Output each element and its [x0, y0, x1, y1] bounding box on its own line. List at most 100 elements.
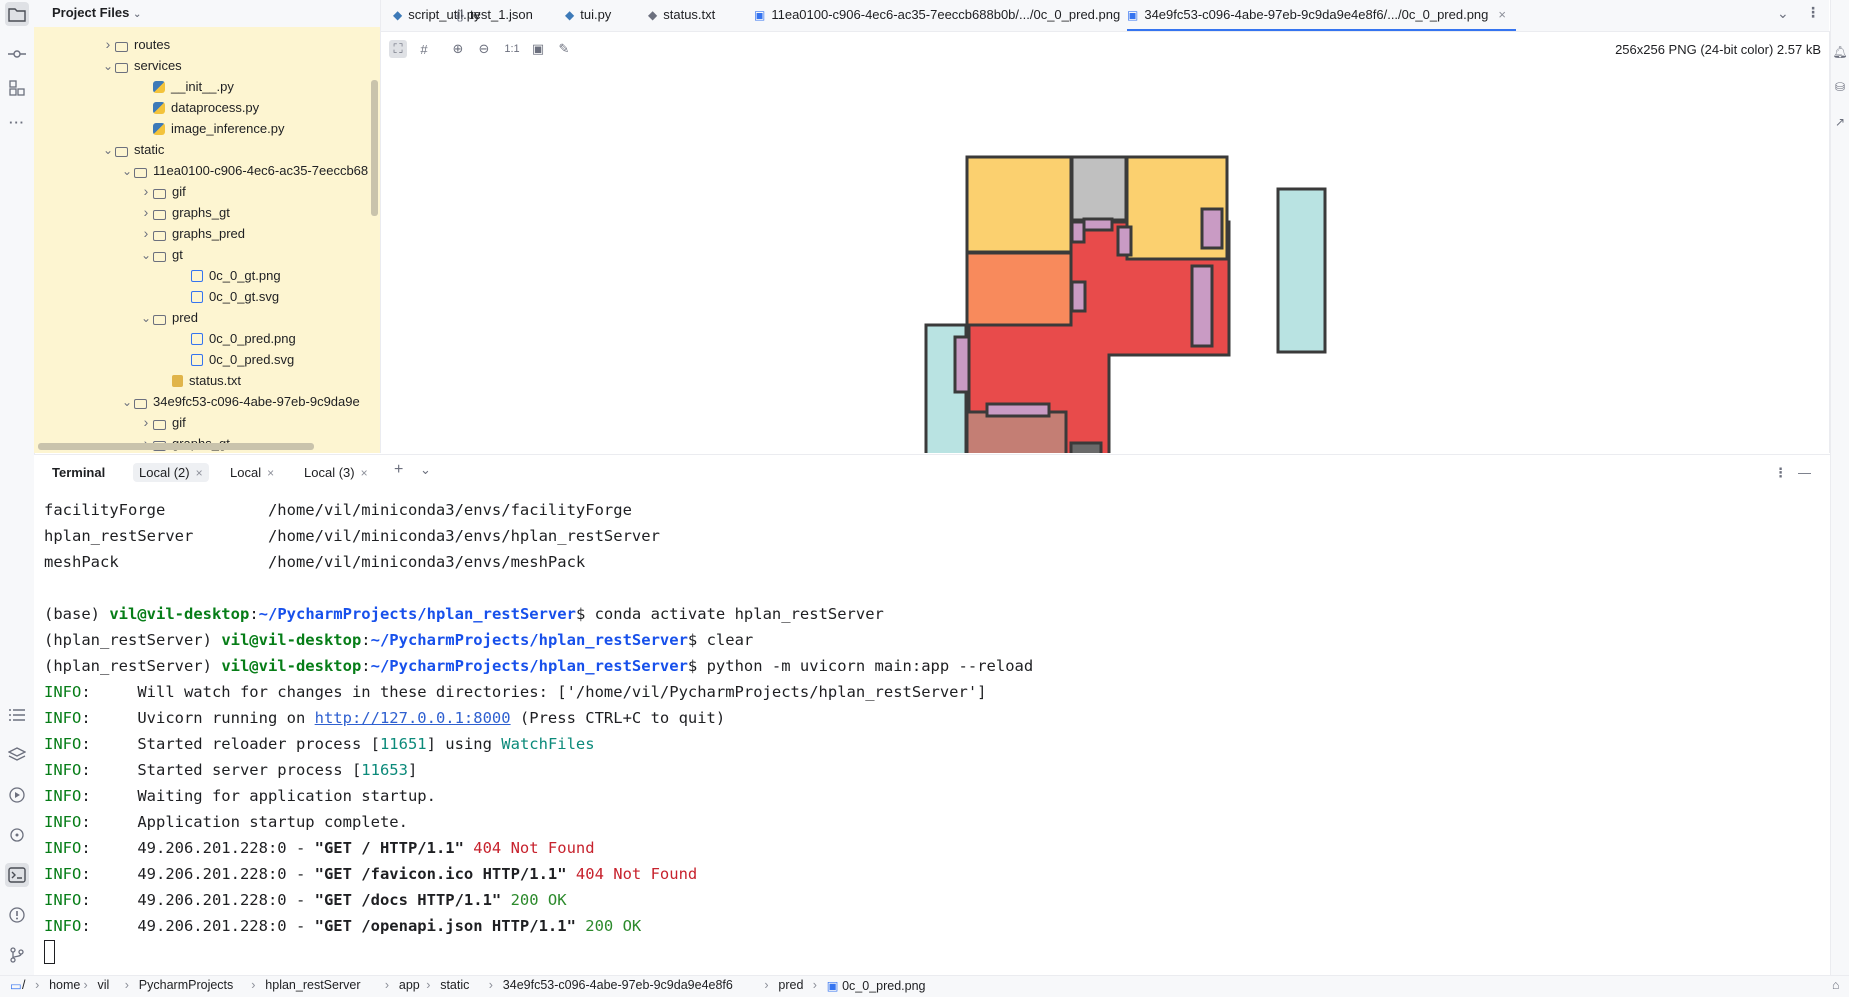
- background-toggle-button[interactable]: ▣: [529, 40, 547, 58]
- tree-file-item[interactable]: 0c_0_gt.png: [177, 265, 281, 286]
- tree-folder-item[interactable]: ⌄ services: [101, 55, 182, 76]
- close-session-icon[interactable]: ×: [361, 466, 368, 480]
- terminal-output[interactable]: facilityForge /home/vil/miniconda3/envs/…: [44, 497, 1824, 967]
- breadcrumb-item[interactable]: PycharmProjects: [139, 978, 233, 992]
- tree-file-item[interactable]: image_inference.py: [139, 118, 284, 139]
- tree-file-item[interactable]: 0c_0_gt.svg: [177, 286, 279, 307]
- tree-item-label: graphs_pred: [172, 226, 245, 241]
- tree-file-item[interactable]: __init__.py: [139, 76, 234, 97]
- tree-folder-item[interactable]: › routes: [101, 34, 170, 55]
- breadcrumb-separator-icon: ›: [812, 978, 817, 992]
- tree-folder-item[interactable]: › graphs_gt: [139, 202, 230, 223]
- terminal-text: INFO: [44, 839, 82, 857]
- notifications-button[interactable]: 🔔︎: [1831, 40, 1849, 64]
- zoom-out-button[interactable]: ⊖: [475, 40, 493, 58]
- breadcrumb-item[interactable]: static: [440, 978, 469, 992]
- chevron-down-icon[interactable]: ⌄: [101, 140, 115, 161]
- close-session-icon[interactable]: ×: [267, 466, 274, 480]
- folder-icon: [134, 399, 147, 409]
- chevron-down-icon[interactable]: ⌄: [120, 392, 134, 413]
- database-button[interactable]: ⛁: [1831, 75, 1849, 99]
- new-terminal-plus-icon[interactable]: +: [394, 461, 403, 479]
- chevron-down-icon[interactable]: ⌄: [139, 245, 153, 266]
- breadcrumb-item[interactable]: hplan_restServer: [265, 978, 360, 992]
- tree-folder-item[interactable]: ⌄ gt: [139, 244, 183, 265]
- tree-file-item[interactable]: 0c_0_pred.svg: [177, 349, 294, 370]
- breadcrumb-item[interactable]: pred: [778, 978, 803, 992]
- breadcrumb-item[interactable]: home: [49, 978, 80, 992]
- play-circle-icon: [9, 787, 25, 803]
- tree-folder-item[interactable]: › gif: [139, 181, 186, 202]
- commit-tool-button[interactable]: [5, 42, 29, 66]
- chevron-down-icon[interactable]: ⌄: [120, 161, 134, 182]
- tree-file-item[interactable]: dataprocess.py: [139, 97, 259, 118]
- chevron-right-icon[interactable]: ›: [139, 202, 153, 223]
- breadcrumb-item[interactable]: ▣ 0c_0_pred.png: [827, 978, 926, 993]
- layers-tool-button[interactable]: [5, 743, 29, 767]
- editor-tab[interactable]: ◆ status.txt: [648, 0, 725, 31]
- breadcrumb-label: 0c_0_pred.png: [842, 979, 926, 993]
- chevron-down-icon[interactable]: ⌄: [101, 56, 115, 77]
- fit-zoom-button[interactable]: ⛶: [389, 40, 407, 58]
- editor-tab[interactable]: {} test_1.json: [456, 0, 543, 31]
- chevron-right-icon[interactable]: ›: [139, 223, 153, 244]
- chevron-right-icon[interactable]: ›: [101, 34, 115, 55]
- folder-icon: [115, 63, 128, 73]
- more-tools-button[interactable]: ···: [5, 110, 29, 134]
- tree-folder-item[interactable]: ⌄ static: [101, 139, 164, 160]
- tree-folder-item[interactable]: › gif: [139, 412, 186, 433]
- todo-tool-button[interactable]: [5, 703, 29, 727]
- services-tool-button[interactable]: [5, 783, 29, 807]
- tab-more-icon[interactable]: ⋮: [1806, 4, 1820, 21]
- terminal-more-icon[interactable]: ⋮: [1774, 465, 1787, 481]
- terminal-tool-button[interactable]: [5, 863, 29, 887]
- editor-tab[interactable]: ◆ tui.py: [565, 0, 621, 31]
- git-tool-button[interactable]: [5, 943, 29, 967]
- project-vertical-scrollbar[interactable]: [371, 80, 378, 216]
- grid-toggle-button[interactable]: #: [415, 40, 433, 58]
- chevron-right-icon[interactable]: ›: [139, 412, 153, 433]
- terminal-text: INFO: [44, 735, 82, 753]
- tree-folder-item[interactable]: › graphs_pred: [139, 223, 245, 244]
- terminal-text: 200 OK: [501, 891, 567, 909]
- status-widget-icon[interactable]: ⌂: [1832, 978, 1840, 992]
- editor-tab[interactable]: ▣ 34e9fc53-c096-4abe-97eb-9c9da9e4e8f6/..…: [1127, 0, 1516, 31]
- project-horizontal-scrollbar[interactable]: [38, 443, 314, 450]
- chevron-down-icon[interactable]: ⌄: [139, 308, 153, 329]
- tab-list-chevron-icon[interactable]: ⌄: [1777, 5, 1789, 22]
- chevron-right-icon[interactable]: ›: [139, 181, 153, 202]
- image-file-icon: [191, 291, 203, 303]
- editor-tab[interactable]: ▣ 11ea0100-c906-4ec6-ac35-7eeccb688b0b/..…: [754, 0, 1130, 31]
- storage-room: [965, 410, 1068, 453]
- terminal-link[interactable]: http://127.0.0.1:8000: [315, 709, 511, 727]
- project-tool-button[interactable]: [5, 2, 29, 26]
- color-picker-button[interactable]: ✎: [555, 40, 573, 58]
- problems-tool-button[interactable]: [5, 903, 29, 927]
- tree-file-item[interactable]: status.txt: [158, 370, 241, 391]
- breadcrumb-item[interactable]: app: [399, 978, 420, 992]
- tree-file-item[interactable]: 0c_0_pred.png: [177, 328, 296, 349]
- python-packages-button[interactable]: [5, 823, 29, 847]
- actual-size-button[interactable]: 1:1: [501, 40, 523, 58]
- tree-folder-item[interactable]: ⌄ 11ea0100-c906-4ec6-ac35-7eeccb68: [120, 160, 368, 181]
- close-session-icon[interactable]: ×: [196, 466, 203, 480]
- tree-folder-item[interactable]: ⌄ pred: [139, 307, 198, 328]
- breadcrumb-item[interactable]: /: [22, 978, 25, 992]
- zoom-in-button[interactable]: ⊕: [449, 40, 467, 58]
- terminal-text: "GET / HTTP/1.1": [314, 839, 464, 857]
- image-canvas[interactable]: [381, 66, 1829, 453]
- structure-tool-button[interactable]: [5, 76, 29, 100]
- minimize-panel-icon[interactable]: —: [1798, 465, 1811, 480]
- tree-folder-item[interactable]: ⌄ 34e9fc53-c096-4abe-97eb-9c9da9e: [120, 391, 360, 412]
- tree-item-label: gif: [172, 415, 186, 430]
- terminal-session-tab[interactable]: Local (3) ×: [304, 465, 368, 480]
- terminal-session-tab[interactable]: Local ×: [230, 465, 274, 480]
- zoom-out-icon: ⊖: [478, 41, 490, 56]
- terminal-session-tab[interactable]: Local (2) ×: [133, 463, 209, 482]
- close-tab-icon[interactable]: ×: [1498, 7, 1506, 22]
- breadcrumb-item[interactable]: 34e9fc53-c096-4abe-97eb-9c9da9e4e8f6: [503, 978, 733, 992]
- sciview-button[interactable]: ↗: [1831, 110, 1849, 134]
- breadcrumb-item[interactable]: vil: [98, 978, 110, 992]
- project-panel-title[interactable]: Project Files ⌄: [52, 5, 141, 20]
- terminal-options-chevron-icon[interactable]: ⌄: [420, 462, 431, 478]
